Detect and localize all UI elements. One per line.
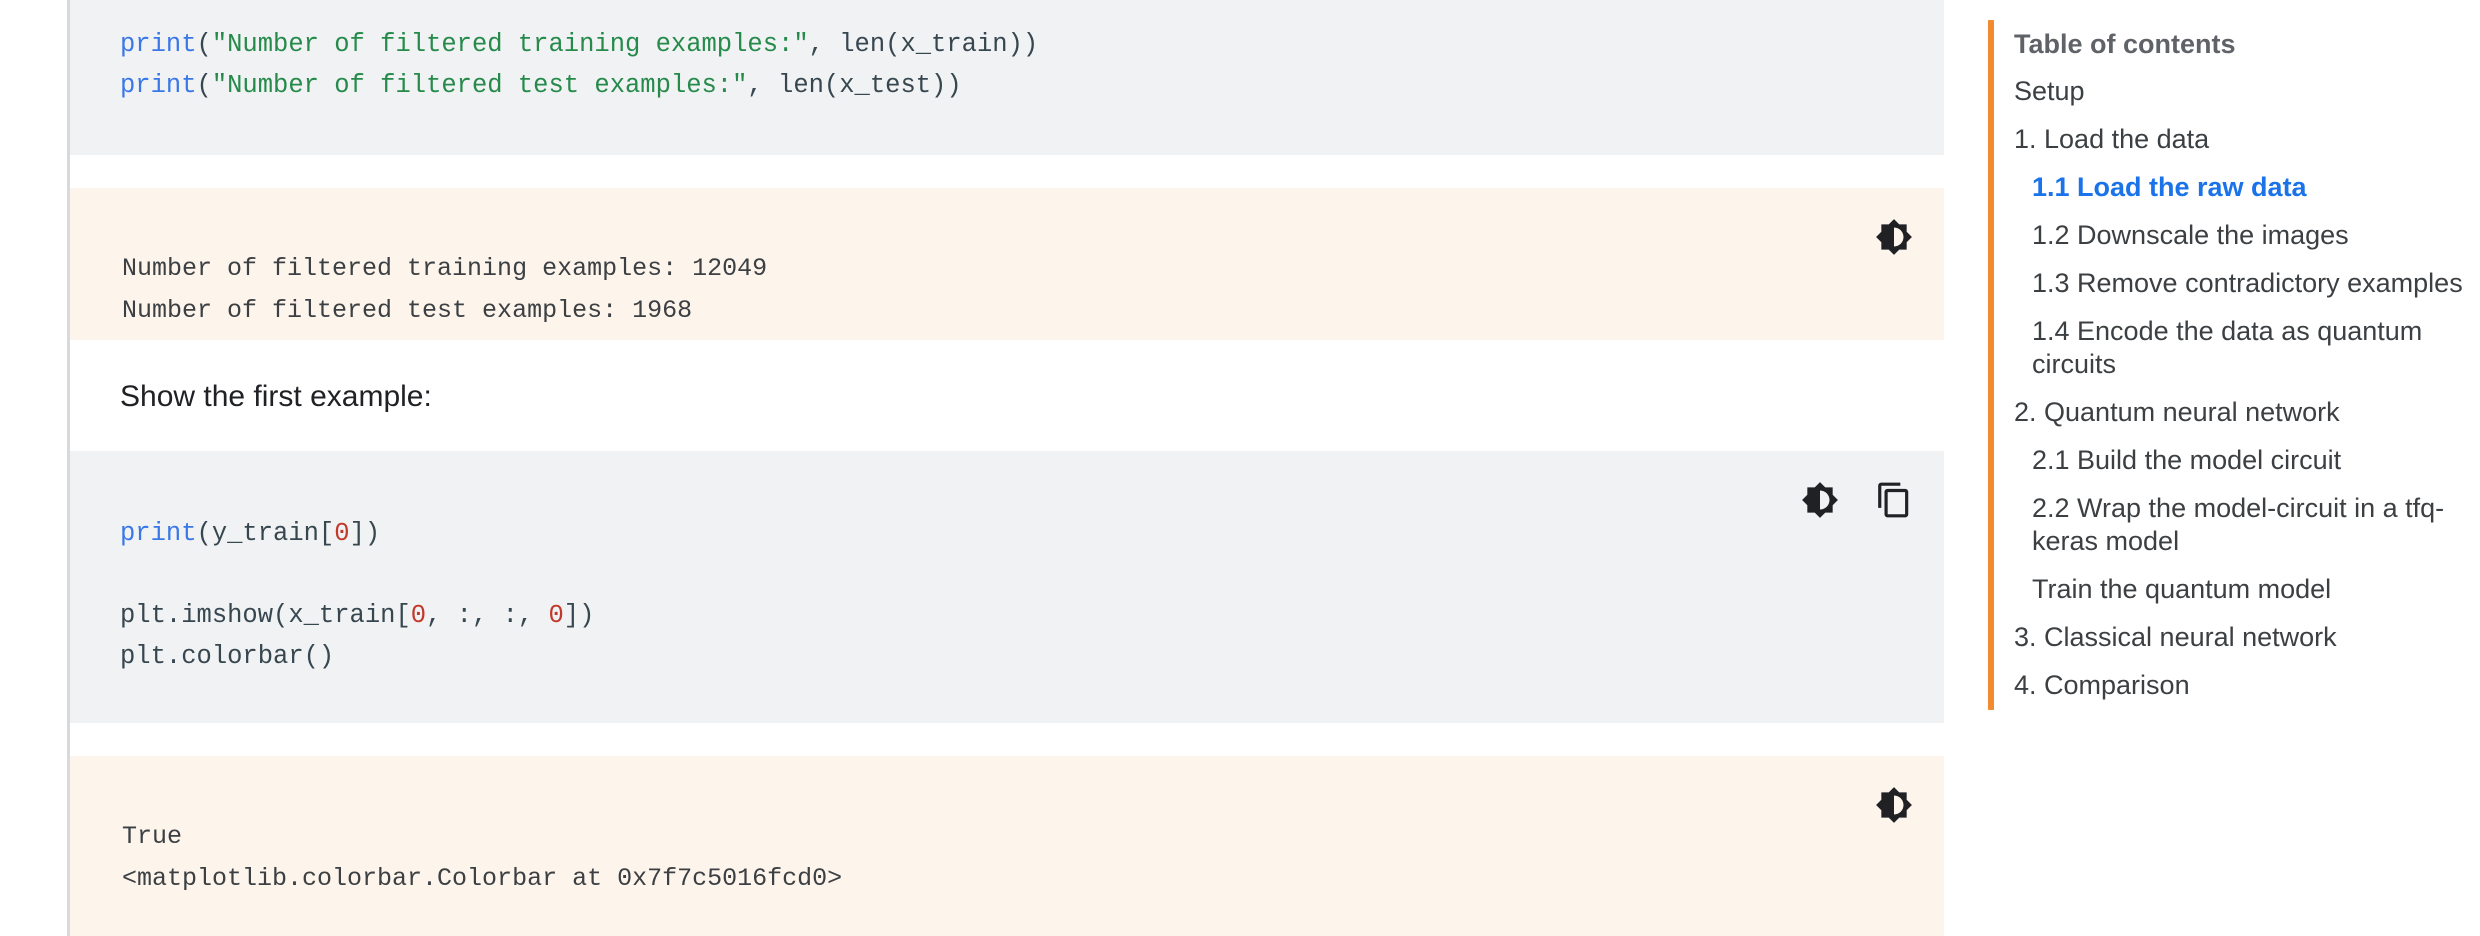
code-token: ( bbox=[196, 71, 212, 100]
code-cell-imshow[interactable]: print(y_train[0]) plt.imshow(x_train[0, … bbox=[70, 451, 1944, 723]
cell-toolbar bbox=[1800, 451, 1944, 531]
cell-toolbar bbox=[1874, 756, 1944, 836]
output-cell-counts: Number of filtered training examples: 12… bbox=[70, 188, 1944, 340]
output-text: True <matplotlib.colorbar.Colorbar at 0x… bbox=[122, 822, 843, 893]
notebook-cell-list: print("Number of filtered training examp… bbox=[70, 0, 1944, 936]
code-token: print bbox=[120, 71, 197, 100]
code-token: print bbox=[120, 519, 197, 548]
toc-item-list: Setup 1. Load the data 1.1 Load the raw da… bbox=[2014, 68, 2480, 710]
code-token: , :, :, bbox=[426, 601, 549, 630]
code-token: "Number of filtered test examples:" bbox=[211, 71, 748, 100]
toc-item[interactable]: 1.4 Encode the data as quantum circuits bbox=[2014, 308, 2480, 389]
toc-item[interactable]: Setup bbox=[2014, 68, 2480, 116]
code-token: 0 bbox=[410, 601, 427, 630]
code-cell-print-counts[interactable]: print("Number of filtered training examp… bbox=[70, 0, 1944, 155]
cell-spacer bbox=[70, 723, 1944, 756]
toc-item[interactable]: 1.3 Remove contradictory examples bbox=[2014, 260, 2480, 308]
code-text: print(y_train[0]) plt.imshow(x_train[0, … bbox=[70, 451, 1944, 701]
cell-spacer bbox=[70, 155, 1944, 188]
code-token: , len(x_test)) bbox=[747, 71, 962, 100]
brightness-icon[interactable] bbox=[1874, 785, 1914, 825]
table-of-contents-panel: Table of contents Setup 1. Load the data 1… bbox=[1944, 0, 2480, 936]
code-token: ]) bbox=[349, 519, 381, 548]
output-text: Number of filtered training examples: 12… bbox=[122, 254, 768, 325]
toc-item[interactable]: 1.2 Downscale the images bbox=[2014, 212, 2480, 260]
code-token: 0 bbox=[548, 601, 564, 630]
code-token: print bbox=[120, 30, 197, 59]
code-token: , len(x_train)) bbox=[808, 30, 1039, 59]
toc-item[interactable]: 1. Load the data bbox=[2014, 116, 2480, 164]
markdown-cell-show-first-example: Show the first example: bbox=[70, 341, 1944, 451]
toc-heading: Table of contents bbox=[2014, 29, 2236, 59]
cell-toolbar bbox=[1874, 188, 1944, 268]
notebook-content-column: print("Number of filtered training examp… bbox=[0, 0, 1944, 936]
toc-item[interactable]: 2.1 Build the model circuit bbox=[2014, 437, 2480, 485]
copy-icon[interactable] bbox=[1874, 480, 1914, 520]
code-token: plt.colorbar() bbox=[120, 642, 335, 671]
toc-item[interactable]: 3. Classical neural network bbox=[2014, 614, 2480, 662]
code-token: ( bbox=[196, 30, 212, 59]
notebook-page: print("Number of filtered training examp… bbox=[0, 0, 2480, 936]
toc-inner: Table of contents Setup 1. Load the data 1… bbox=[1988, 20, 2480, 710]
toc-item[interactable]: 2. Quantum neural network bbox=[2014, 389, 2480, 437]
code-token: (y_train[ bbox=[196, 519, 335, 548]
code-token: plt.imshow(x_train[ bbox=[120, 601, 411, 630]
code-token: 0 bbox=[334, 519, 350, 548]
toc-item[interactable]: 1.1 Load the raw data bbox=[2014, 164, 2480, 212]
markdown-paragraph: Show the first example: bbox=[120, 380, 432, 413]
toc-item[interactable]: 2.2 Wrap the model-circuit in a tfq-kera… bbox=[2014, 485, 2480, 566]
code-text: print("Number of filtered training examp… bbox=[70, 0, 1944, 130]
code-token: ]) bbox=[563, 601, 595, 630]
brightness-icon[interactable] bbox=[1874, 217, 1914, 257]
output-cell-colorbar: True <matplotlib.colorbar.Colorbar at 0x… bbox=[70, 756, 1944, 936]
toc-item[interactable]: Train the quantum model bbox=[2014, 566, 2480, 614]
brightness-icon[interactable] bbox=[1800, 480, 1840, 520]
toc-item[interactable]: 4. Comparison bbox=[2014, 662, 2480, 710]
code-token: "Number of filtered training examples:" bbox=[211, 30, 809, 59]
